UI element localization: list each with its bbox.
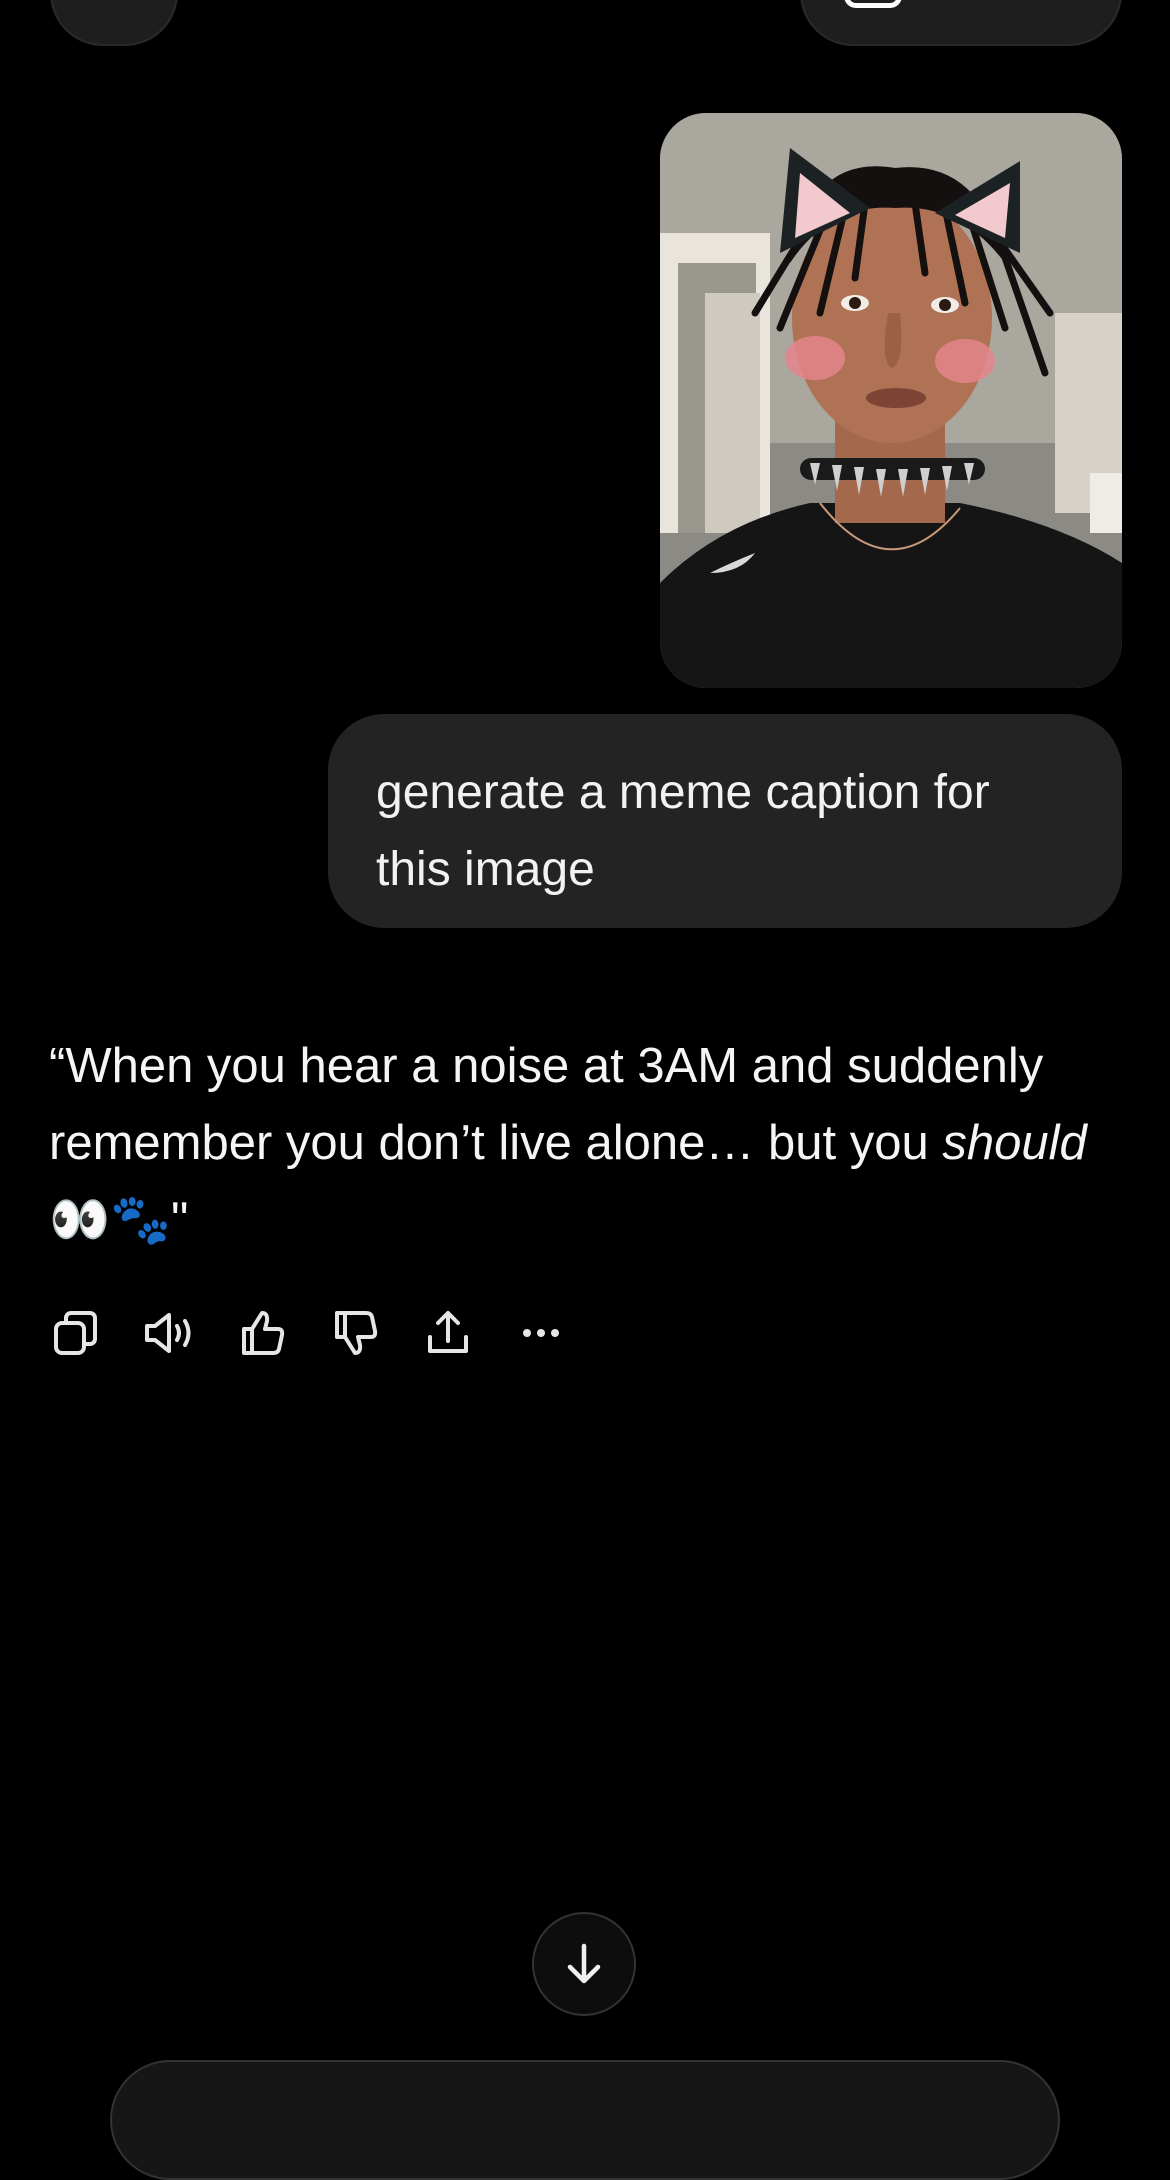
user-message-bubble: generate a meme caption for this image	[328, 714, 1122, 928]
photo-illustration	[660, 113, 1122, 688]
assistant-message-text-end: 👀🐾"	[49, 1193, 189, 1247]
thumbs-down-button[interactable]	[325, 1303, 385, 1363]
share-button[interactable]	[418, 1303, 478, 1363]
thumbs-down-icon	[335, 1311, 378, 1355]
scroll-to-bottom-button[interactable]	[532, 1912, 636, 2016]
assistant-message-emphasis: should	[942, 1116, 1087, 1170]
top-left-button[interactable]	[50, 0, 178, 46]
copy-button[interactable]	[46, 1303, 106, 1363]
more-button[interactable]	[511, 1303, 571, 1363]
uploaded-image[interactable]	[660, 113, 1122, 688]
message-actions	[46, 1303, 604, 1363]
share-icon	[428, 1311, 468, 1353]
assistant-message-text: “When you hear a noise at 3AM and sudden…	[49, 1039, 1044, 1170]
top-right-button[interactable]	[800, 0, 1122, 46]
thumbs-up-button[interactable]	[232, 1303, 292, 1363]
assistant-message: “When you hear a noise at 3AM and sudden…	[49, 1028, 1109, 1259]
arrow-down-icon	[567, 1943, 601, 1984]
top-right-icon	[844, 0, 902, 8]
copy-icon	[54, 1311, 97, 1355]
message-composer[interactable]	[110, 2060, 1060, 2180]
more-icon	[523, 1329, 559, 1337]
read-aloud-button[interactable]	[139, 1303, 199, 1363]
thumbs-up-icon	[242, 1311, 285, 1355]
user-message-text: generate a meme caption for this image	[376, 766, 990, 896]
read-aloud-icon	[145, 1313, 191, 1353]
